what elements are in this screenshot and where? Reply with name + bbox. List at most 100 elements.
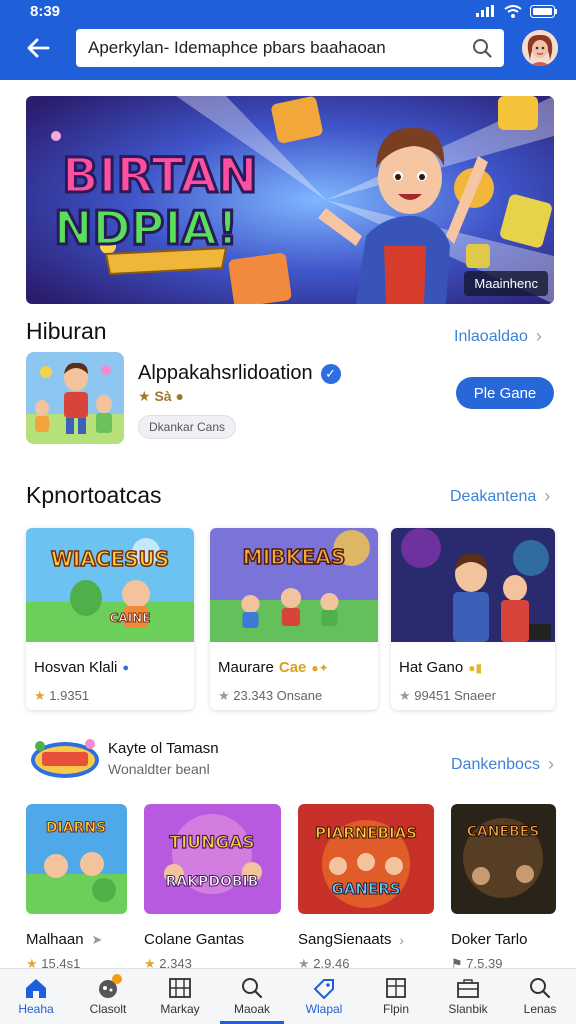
nav-label-work: Slanbik (448, 1002, 488, 1016)
featured-app-icon[interactable] (26, 352, 124, 444)
game-card-artwork: MIBKEAS (210, 528, 378, 642)
star-icon: ★ (218, 688, 230, 703)
card-art-title: DIARNS (46, 820, 106, 836)
nav-label-games: Clasolt (89, 1002, 127, 1016)
featured-app-name: Alppakahsrlidoation (138, 362, 313, 384)
avatar[interactable] (522, 30, 558, 66)
nav-label-library: Flpin (382, 1002, 409, 1016)
section-logo (30, 736, 100, 782)
coin-icon: ●✦ (311, 660, 329, 675)
wifi-icon (504, 4, 522, 18)
nav-label-search: Maoak (233, 1002, 271, 1016)
search-icon (242, 978, 263, 999)
featured-app-category-chip[interactable]: Dkankar Cans (138, 415, 237, 439)
banner-title-line1: BIRTAN (62, 148, 258, 204)
status-icons (476, 4, 558, 18)
section-link-3[interactable]: Dankenbocs › (451, 754, 554, 775)
nav-label-market: Markay (160, 1002, 200, 1016)
search-bar[interactable] (76, 29, 504, 67)
search-input[interactable] (88, 38, 472, 58)
section-title-3: Kayte ol Tamasn (108, 740, 219, 757)
nav-item-home[interactable]: Heaha (0, 969, 72, 1024)
verified-check-icon: ✓ (320, 363, 341, 384)
hero-banner[interactable]: BIRTAN NDPIA! Maainhenc (26, 96, 554, 304)
verified-dot-icon: ● (122, 661, 130, 674)
nav-label-tags: Wlapal (305, 1002, 343, 1016)
game-card-title-row: Maurare Cae ●✦ (210, 647, 378, 676)
game-card[interactable]: CANEBES Doker Tarlo ⚑ 7.5.39 (451, 804, 556, 974)
notification-badge (112, 974, 122, 984)
game-card-artwork: CANEBES (451, 804, 556, 914)
home-icon (26, 979, 46, 998)
featured-app-name-row[interactable]: Alppakahsrlidoation ✓ (138, 362, 341, 385)
coin-icon: ●▮ (468, 660, 483, 675)
game-card[interactable]: MIBKEAS Maurare Cae ●✦ ★ 23.343 Onsane (210, 528, 378, 710)
game-card-title: Hat Gano (399, 659, 464, 676)
section-title-hiburan: Hiburan (26, 318, 107, 344)
game-card-rating: ★ 23.343 Onsane (210, 676, 378, 704)
game-card-artwork: PIARNEBIAS GANERS (298, 804, 434, 914)
status-time: 8:39 (30, 2, 61, 20)
game-card[interactable]: PIARNEBIAS GANERS SangSienaats › ★ 2.9.4… (298, 804, 434, 974)
nav-item-work[interactable]: Slanbik (432, 969, 504, 1024)
game-card-title: Maurare (218, 659, 274, 676)
section-link-3-label: Dankenbocs (451, 755, 540, 773)
chevron-right-icon: › (547, 754, 554, 774)
game-card-title-row: Hat Gano ●▮ (391, 647, 555, 676)
section-link-2-label: Deakantena (450, 487, 537, 505)
nav-item-search[interactable]: Maoak (216, 969, 288, 1024)
user-avatar-icon (522, 30, 558, 66)
card-art-title: WIACESUS (51, 547, 169, 571)
bottom-navigation: Heaha Clasolt Markay Maoak Wlapal Flpin … (0, 968, 576, 1024)
toolbar (0, 22, 576, 80)
game-card-title-row: Hosvan Klali ● (26, 647, 194, 676)
section-title-2: Kpnortoatcas (26, 482, 162, 508)
game-card-rating-value: 1.9351 (49, 688, 90, 703)
nav-item-games[interactable]: Clasolt (72, 969, 144, 1024)
section-logo-artwork (31, 739, 99, 778)
nav-item-lens[interactable]: Lenas (504, 969, 576, 1024)
card-art-title: TIUNGAS (169, 833, 254, 853)
section-subtitle-3: Wonaldter beanl (108, 761, 210, 777)
status-bar: 8:39 (0, 0, 576, 22)
game-card-artwork: TIUNGAS RAKPDOBIB (144, 804, 281, 914)
play-game-button[interactable]: Ple Gane (456, 377, 554, 409)
grid-icon (169, 978, 191, 998)
book-icon (386, 978, 406, 998)
back-button[interactable] (18, 28, 58, 68)
featured-app-rating: ★ Sà ● (138, 388, 184, 404)
game-card[interactable]: WIACESUS CAINE Hosvan Klali ● ★ 1.9351 (26, 528, 194, 710)
section-link-1-label: Inlaoaldao (454, 327, 528, 345)
section-link-1[interactable]: Inlaoaldao › (454, 326, 542, 347)
nav-item-library[interactable]: Flpin (360, 969, 432, 1024)
game-card[interactable]: TIUNGAS RAKPDOBIB Colane Gantas ★ 2.343 (144, 804, 281, 974)
game-card-title-row: Colane Gantas (144, 919, 281, 948)
game-card[interactable]: Hat Gano ●▮ ★ 99451 Snaeer (391, 528, 555, 710)
nav-label-lens: Lenas (523, 1002, 557, 1016)
chevron-right-icon: › (399, 931, 405, 948)
card-art-subtitle: CAINE (110, 611, 151, 625)
game-card[interactable]: DIARNS Malhaan ➤ ★ 15.4s1 (26, 804, 127, 974)
star-icon: ★ (399, 688, 411, 703)
signal-icon (476, 5, 494, 17)
game-card-rating-value: 23.343 (233, 688, 274, 703)
magnifier-icon (530, 978, 551, 999)
game-card-title: SangSienaats (298, 931, 392, 948)
game-card-title: Doker Tarlo (451, 931, 528, 948)
game-card-artwork: WIACESUS CAINE (26, 528, 194, 642)
nav-item-market[interactable]: Markay (144, 969, 216, 1024)
game-card-rating-extra: Snaeer (454, 688, 496, 703)
search-icon[interactable] (472, 38, 492, 58)
arrow-icon: ➤ (91, 931, 103, 947)
nav-item-tags[interactable]: Wlapal (288, 969, 360, 1024)
section-link-2[interactable]: Deakantena › (450, 486, 550, 507)
banner-title-line2: NDPIA! (54, 201, 238, 255)
game-card-badge: Cae (278, 659, 307, 676)
banner-tag[interactable]: Maainhenc (464, 271, 548, 296)
game-card-rating-value: 99451 (414, 688, 451, 703)
tag-icon (313, 979, 334, 999)
star-icon: ★ (34, 688, 46, 703)
game-card-title: Hosvan Klali (34, 659, 118, 676)
battery-icon (530, 4, 557, 18)
game-card-title-row: Malhaan ➤ (26, 919, 127, 948)
